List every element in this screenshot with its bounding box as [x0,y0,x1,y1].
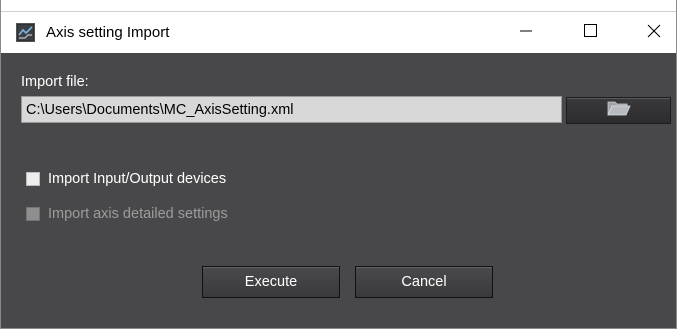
maximize-icon [583,24,597,42]
import-file-label: Import file: [21,74,89,90]
window-title: Axis setting Import [46,24,170,41]
maximize-button[interactable] [565,12,615,54]
close-icon [647,24,661,43]
dialog-body: Import file: Import Input/Output devices… [1,53,676,328]
execute-button[interactable]: Execute [202,266,340,298]
import-file-path-input[interactable] [21,96,562,123]
axis-setting-import-dialog: Axis setting Import Import file: C:\User… [0,0,677,329]
import-io-devices-label: Import Input/Output devices [48,171,227,187]
minimize-button[interactable] [501,12,551,54]
import-io-devices-option[interactable]: Import Input/Output devices [26,169,226,189]
cancel-button[interactable]: Cancel [355,266,493,298]
minimize-icon [520,24,532,42]
import-axis-detailed-checkbox [26,207,40,221]
close-button[interactable] [629,12,677,54]
import-axis-detailed-option: Import axis detailed settings [26,204,228,224]
app-icon [16,23,35,42]
title-bar[interactable]: Axis setting Import [1,11,676,54]
import-io-devices-checkbox[interactable] [26,172,40,186]
folder-icon [606,100,631,121]
browse-button[interactable] [566,97,671,124]
import-axis-detailed-label: Import axis detailed settings [48,206,228,222]
